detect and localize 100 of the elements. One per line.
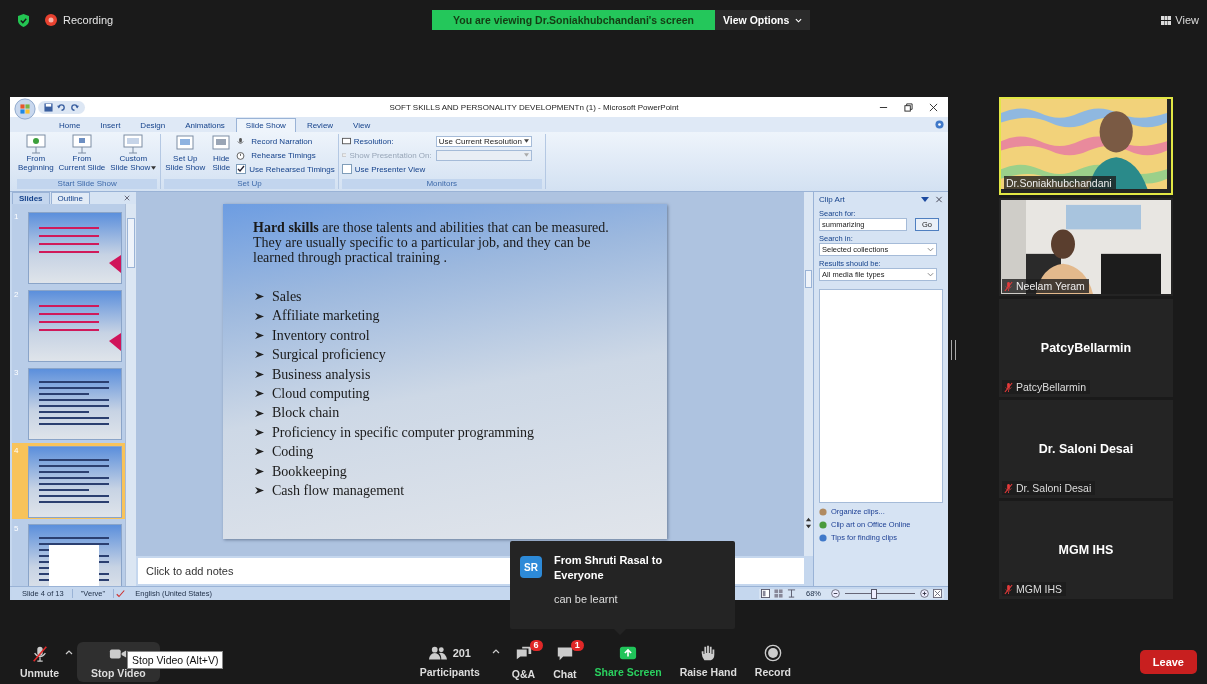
raise-hand-button[interactable]: Raise Hand bbox=[673, 641, 743, 681]
page-arrows-icon[interactable] bbox=[805, 516, 812, 530]
participant-name-label: Neelam Yeram bbox=[1002, 279, 1089, 293]
arrow-bullet-icon bbox=[255, 292, 264, 302]
slide-number: 5 bbox=[14, 524, 20, 533]
caret-icon bbox=[795, 17, 803, 23]
slide-thumbnail[interactable] bbox=[28, 524, 122, 586]
arrow-bullet-icon bbox=[255, 350, 264, 360]
spelling-icon[interactable] bbox=[116, 589, 126, 598]
qa-button[interactable]: 6 Q&A bbox=[505, 641, 542, 683]
ribbon-tab[interactable]: View bbox=[344, 119, 380, 132]
resolution-dropdown[interactable]: Use Current Resolution bbox=[435, 135, 532, 147]
ribbon-tab[interactable]: Home bbox=[50, 119, 90, 132]
window-title: SOFT SKILLS AND PERSONALITY DEVELOPMENTn (1) - Microsoft PowerPoint bbox=[388, 102, 680, 112]
unmute-button[interactable]: Unmute bbox=[14, 642, 66, 682]
ribbon-tab[interactable]: Insert bbox=[91, 119, 130, 132]
checkbox[interactable] bbox=[236, 164, 247, 174]
slide-number: 1 bbox=[14, 212, 20, 221]
bullet-text: Proficiency in specific computer programming bbox=[272, 423, 535, 442]
share-screen-icon bbox=[619, 644, 638, 662]
slide-thumbnail[interactable] bbox=[28, 446, 122, 518]
panel-tab[interactable]: Outline bbox=[50, 192, 90, 204]
pane-title: Clip Art bbox=[819, 194, 845, 204]
record-button[interactable]: Record bbox=[748, 641, 798, 681]
slideshow-view-icon[interactable] bbox=[787, 589, 796, 598]
caret-icon[interactable] bbox=[491, 649, 500, 654]
participant-name-label: Dr. Saloni Desai bbox=[1002, 481, 1096, 495]
zoom-slider-thumb[interactable] bbox=[871, 588, 878, 599]
tooltip: Stop Video (Alt+V) bbox=[127, 651, 224, 669]
ribbon-tab[interactable]: Slide Show bbox=[235, 118, 296, 132]
close-icon[interactable] bbox=[929, 102, 938, 112]
office-button-icon[interactable] bbox=[14, 98, 36, 120]
ribbon-button[interactable]: Hide Slide bbox=[209, 134, 234, 179]
view-options-button[interactable]: View Options bbox=[715, 10, 811, 30]
undo-icon[interactable] bbox=[57, 102, 66, 112]
slide-thumbnail[interactable] bbox=[28, 290, 122, 362]
share-screen-button[interactable]: Share Screen bbox=[588, 641, 668, 681]
arrow-bullet-icon bbox=[255, 447, 264, 457]
dropdown-arrow-icon[interactable] bbox=[921, 195, 929, 203]
speech-bubbles-icon bbox=[514, 644, 533, 662]
microphone-icon bbox=[236, 136, 246, 146]
rehearse-timings-button[interactable]: Rehearse Timings bbox=[236, 149, 335, 161]
slide-thumbnail[interactable] bbox=[28, 368, 122, 440]
checkbox[interactable] bbox=[341, 164, 352, 174]
caret-icon[interactable] bbox=[65, 650, 74, 655]
presenter-view-checkbox[interactable]: Use Presenter View bbox=[341, 163, 532, 175]
recording-label: Recording bbox=[63, 14, 114, 26]
caret-icon bbox=[151, 166, 157, 170]
participant-count: 201 bbox=[452, 647, 471, 659]
arrow-bullet-icon bbox=[255, 408, 264, 418]
projector-screen-icon bbox=[24, 134, 47, 154]
group-label: Monitors bbox=[341, 179, 542, 189]
sorter-view-icon[interactable] bbox=[774, 589, 783, 598]
scrollbar-thumb[interactable] bbox=[127, 218, 135, 268]
normal-view-icon[interactable] bbox=[761, 589, 770, 598]
group-label: Start Slide Show bbox=[17, 179, 158, 189]
participant-name-label: PatcyBellarmin bbox=[1002, 380, 1091, 394]
help-icon[interactable] bbox=[935, 120, 944, 129]
leave-button[interactable]: Leave bbox=[1139, 650, 1197, 674]
scrollbar[interactable] bbox=[804, 192, 813, 556]
arrow-bullet-icon bbox=[255, 369, 264, 379]
participant-name-label: MGM IHS bbox=[1002, 582, 1067, 596]
resize-handle[interactable] bbox=[951, 340, 956, 360]
view-button[interactable]: View bbox=[1161, 14, 1199, 26]
scrollbar-thumb[interactable] bbox=[805, 270, 812, 288]
zoom-in-icon[interactable] bbox=[920, 589, 929, 598]
scrollbar[interactable] bbox=[125, 204, 136, 586]
bullet-text: Block chain bbox=[272, 404, 340, 423]
ribbon-tab[interactable]: Review bbox=[297, 119, 343, 132]
ribbon-tab[interactable]: Design bbox=[131, 119, 175, 132]
save-icon[interactable] bbox=[44, 102, 53, 112]
panel-tab[interactable]: Slides bbox=[12, 192, 50, 204]
ribbon-button[interactable]: Custom Slide Show bbox=[109, 134, 158, 179]
arrow-bullet-icon bbox=[255, 331, 264, 340]
redo-icon[interactable] bbox=[70, 102, 79, 112]
participant-name-label: Dr.Soniakhubchandani bbox=[1004, 176, 1116, 190]
caret-icon bbox=[523, 153, 529, 157]
use-rehearsed-timings-checkbox[interactable]: Use Rehearsed Timings bbox=[236, 163, 335, 175]
slide-thumbnail[interactable] bbox=[28, 212, 122, 284]
resolution-label: Resolution: bbox=[341, 136, 432, 146]
chat-button[interactable]: 1 Chat bbox=[547, 641, 583, 683]
participants-button[interactable]: 201 Participants bbox=[413, 641, 486, 681]
ribbon-button[interactable]: Set Up Slide Show bbox=[164, 134, 207, 179]
avatar: SR bbox=[520, 556, 542, 578]
arrow-bullet-icon bbox=[255, 389, 264, 399]
zoom-out-icon[interactable] bbox=[831, 589, 840, 598]
caret-icon bbox=[927, 272, 934, 277]
caret-icon bbox=[523, 139, 529, 143]
ribbon-tab[interactable]: Animations bbox=[176, 119, 234, 132]
restore-icon[interactable] bbox=[904, 102, 913, 112]
stopwatch-icon bbox=[236, 150, 246, 160]
arrow-bullet-icon bbox=[255, 428, 264, 438]
record-narration-button[interactable]: Record Narration bbox=[236, 135, 335, 147]
fit-window-icon[interactable] bbox=[933, 589, 942, 598]
ribbon-button[interactable]: From Beginning bbox=[17, 134, 55, 179]
bullet-text: Cash flow management bbox=[272, 482, 405, 501]
show-presentation-label: Show Presentation On: bbox=[341, 150, 432, 160]
bullet-text: Coding bbox=[272, 443, 314, 462]
ribbon-button[interactable]: From Current Slide bbox=[57, 134, 107, 179]
group-label: Set Up bbox=[164, 179, 335, 189]
